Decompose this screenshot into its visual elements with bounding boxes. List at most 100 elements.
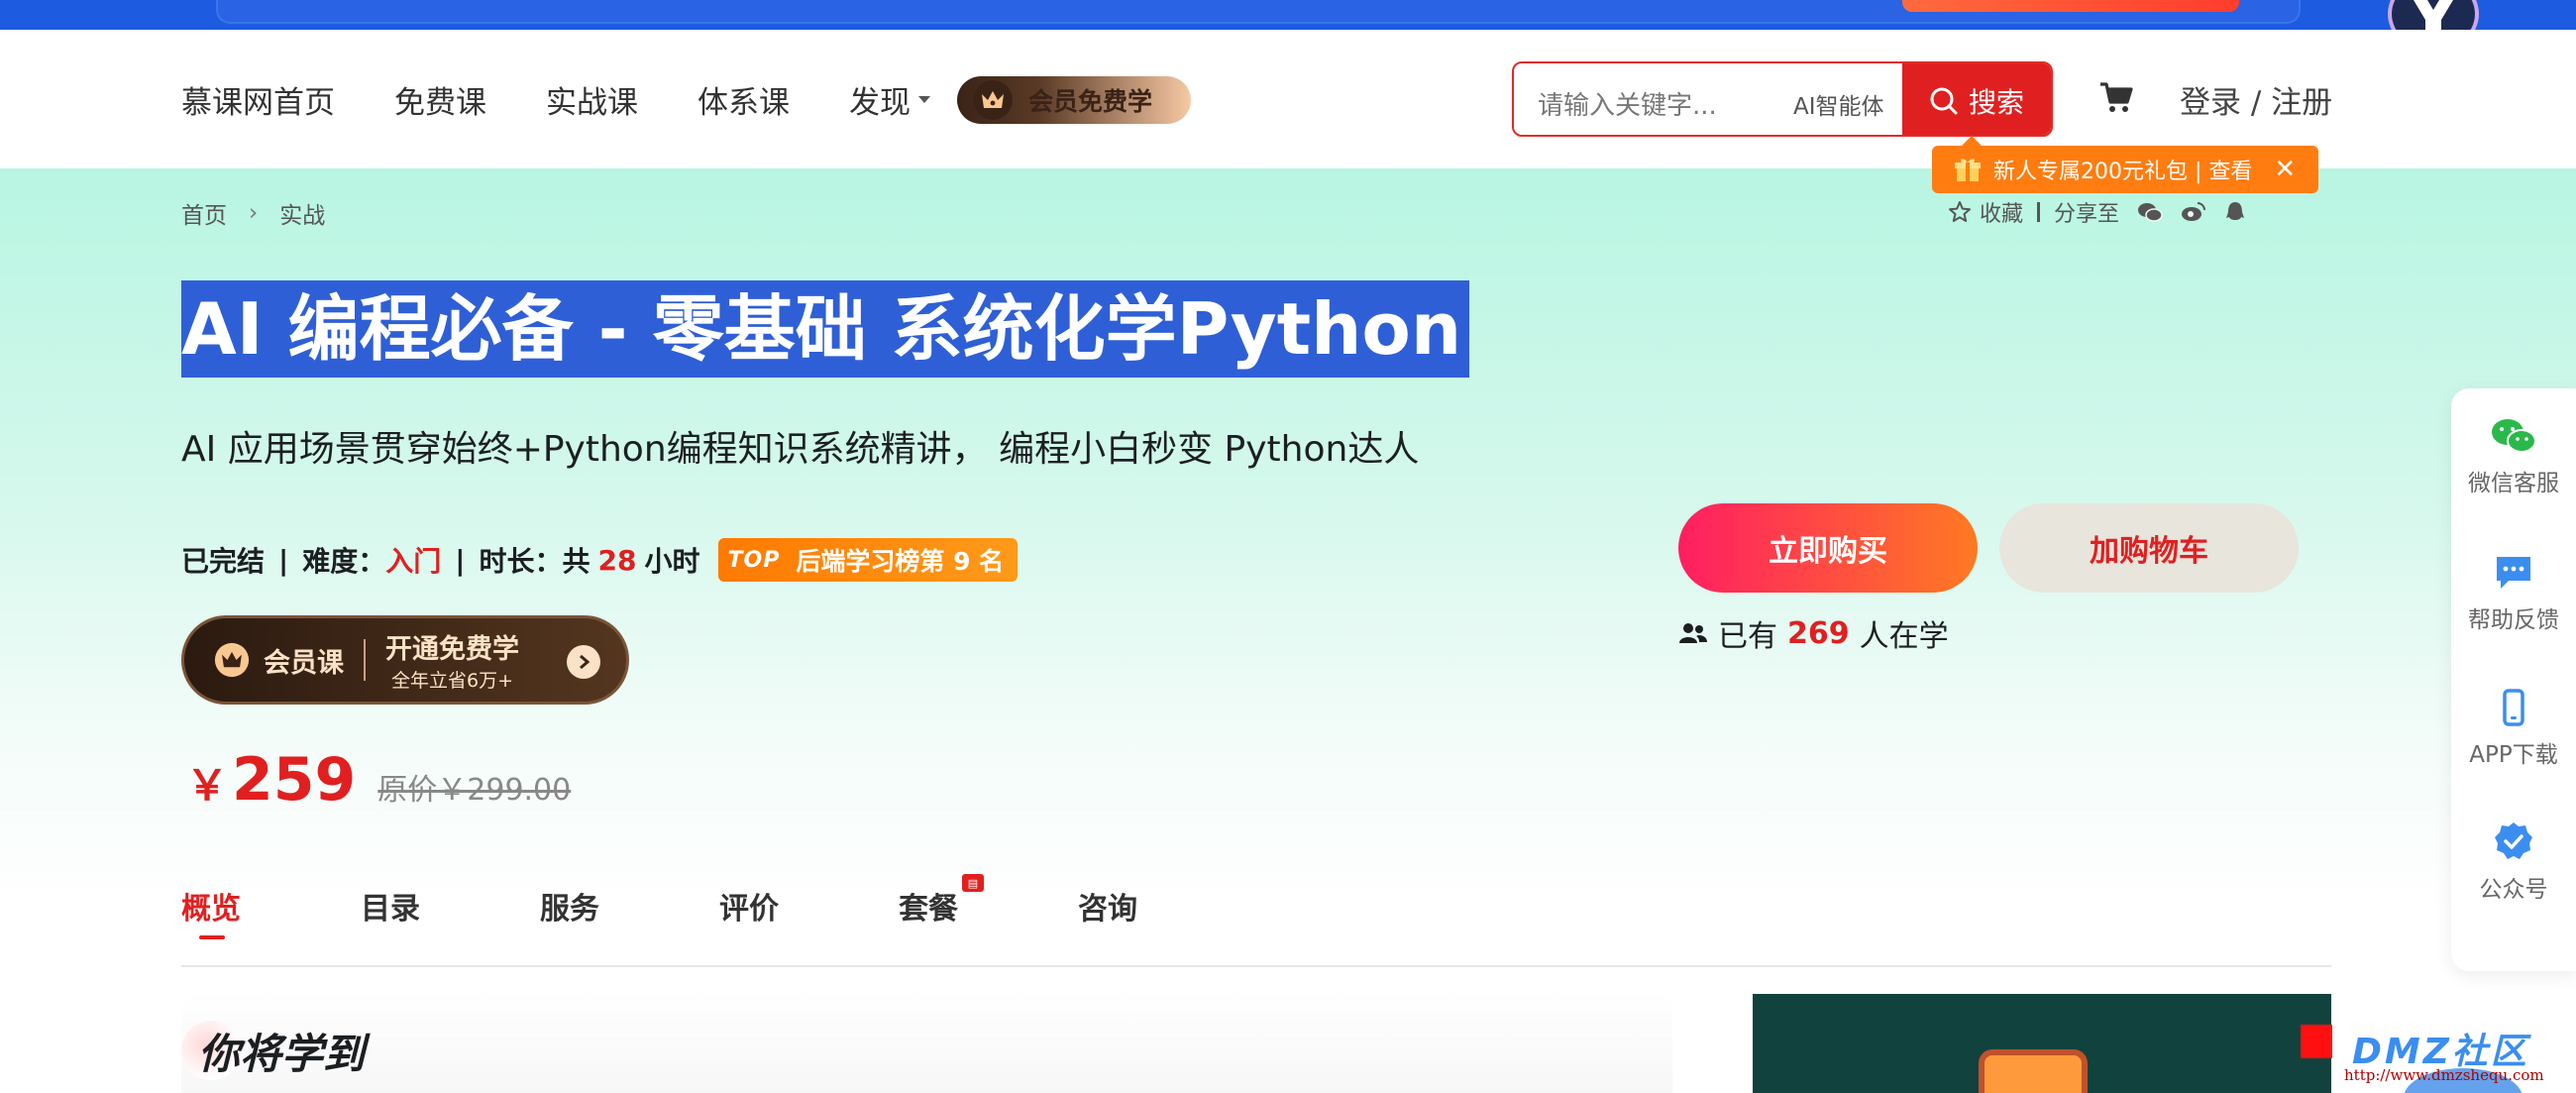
vip-course-cta-label: 开通免费学 <box>385 634 519 665</box>
official-account-button[interactable]: 公众号 <box>2451 820 2576 904</box>
verified-icon <box>2495 822 2532 859</box>
watermark-url: http://www.dmzshequ.com <box>2344 1066 2544 1084</box>
chevron-right-icon <box>567 645 600 679</box>
float-item-label: 公众号 <box>2479 877 2548 903</box>
nav-home[interactable]: 慕课网首页 <box>181 77 335 122</box>
chevron-right-icon: › <box>249 200 259 226</box>
nav-free-courses[interactable]: 免费课 <box>394 77 486 122</box>
nav-free-label: 免费课 <box>394 85 486 121</box>
tab-label: 套餐 <box>899 892 958 927</box>
tv-icon <box>1979 1049 2088 1093</box>
vip-course-cta: 开通免费学 全年立省6万+ <box>385 627 519 693</box>
breadcrumb-current[interactable]: 实战 <box>279 196 325 230</box>
course-title: AI 编程必备 - 零基础 系统化学Python <box>181 287 1462 371</box>
chevron-down-icon <box>918 96 930 103</box>
wechat-share-icon[interactable] <box>2137 201 2163 223</box>
search-button-label: 搜索 <box>1968 86 2024 119</box>
nav-practical-label: 实战课 <box>546 85 638 121</box>
section-title: 你将学到 <box>198 1030 366 1078</box>
tab-label: 服务 <box>540 892 599 927</box>
rank-badge-label: 后端学习榜第 9 名 <box>796 547 1005 576</box>
star-icon[interactable] <box>1948 200 1972 224</box>
app-download-button[interactable]: APP下载 <box>2451 688 2576 769</box>
duration-hours: 28 <box>597 543 637 577</box>
share-bar: 收藏 分享至 <box>1948 196 2246 228</box>
nav-discover-label: 发现 <box>849 85 911 121</box>
tab-label: 评价 <box>719 892 779 927</box>
learners-suffix: 人在学 <box>1859 619 1949 654</box>
price-currency: ￥ <box>186 761 229 810</box>
weibo-share-icon[interactable] <box>2181 201 2206 223</box>
search-button[interactable]: 搜索 <box>1902 63 2051 135</box>
crown-icon <box>973 80 1013 120</box>
search-box: 请输入关键字... AI智能体 搜索 <box>1512 61 2053 137</box>
floating-sidebar: 微信客服 帮助反馈 APP下载 公众号 <box>2451 388 2576 971</box>
wechat-service-button[interactable]: 微信客服 <box>2451 416 2576 497</box>
tab-consult[interactable]: 咨询 <box>1078 884 1257 928</box>
top-icon: TOP <box>727 547 781 573</box>
buy-now-button[interactable]: 立即购买 <box>1678 503 1978 593</box>
tab-service[interactable]: 服务 <box>540 884 719 928</box>
qq-share-icon[interactable] <box>2224 200 2246 224</box>
close-icon[interactable]: ✕ <box>2274 155 2296 184</box>
rank-badge[interactable]: TOP 后端学习榜第 9 名 <box>717 538 1019 582</box>
course-status: 已完结 <box>181 545 266 578</box>
users-icon <box>1679 623 1707 643</box>
top-banner-pill[interactable] <box>1902 0 2239 12</box>
main-nav: 慕课网首页 免费课 实战课 体系课 发现 <box>181 77 990 122</box>
float-item-label: 帮助反馈 <box>2468 607 2559 633</box>
tabs-divider <box>181 965 2331 967</box>
tab-overview[interactable]: 概览 <box>181 884 361 939</box>
help-feedback-button[interactable]: 帮助反馈 <box>2451 553 2576 634</box>
watermark-logo-square <box>2301 1025 2332 1058</box>
difficulty-value: 入门 <box>385 545 442 578</box>
tab-label: 咨询 <box>1078 892 1137 927</box>
breadcrumb: 首页 › 实战 <box>181 196 325 230</box>
meta-divider: | <box>278 543 289 577</box>
nav-discover[interactable]: 发现 <box>849 77 930 122</box>
divider <box>2037 202 2041 222</box>
gift-icon <box>1955 159 1981 181</box>
meta-divider: | <box>455 543 466 577</box>
gift-tip-text: 新人专属200元礼包 | 查看 <box>1993 160 2253 184</box>
nav-system-courses[interactable]: 体系课 <box>698 77 790 122</box>
tab-catalog[interactable]: 目录 <box>361 884 540 928</box>
vip-pill-label: 会员免费学 <box>1028 87 1153 116</box>
share-label: 分享至 <box>2054 202 2120 227</box>
add-to-cart-button[interactable]: 加购物车 <box>1999 503 2299 593</box>
price-value: 259 <box>232 745 357 815</box>
search-icon <box>1930 87 1958 115</box>
duration-unit: 小时 <box>644 545 700 578</box>
cart-icon[interactable] <box>2098 79 2134 115</box>
course-meta: 已完结 | 难度： 入门 | 时长：共 28 小时 TOP 后端学习榜第 9 名 <box>181 538 1019 582</box>
tab-reviews[interactable]: 评价 <box>719 884 899 928</box>
tab-label: 目录 <box>361 892 420 927</box>
float-item-label: APP下载 <box>2469 742 2558 768</box>
tab-packages[interactable]: 套餐 ▤ <box>899 874 1078 928</box>
vip-course-button[interactable]: 会员课 开通免费学 全年立省6万+ <box>181 615 629 705</box>
learners-number: 269 <box>1787 615 1850 651</box>
price-row: ￥ 259 原价￥299.00 <box>186 745 571 815</box>
tab-label: 概览 <box>181 892 241 927</box>
original-price: 原价￥299.00 <box>377 773 572 808</box>
dmz-watermark: DMZ社区 http://www.dmzshequ.com <box>2301 1023 2548 1093</box>
learners-count: 已有 269 人在学 <box>1678 611 1949 655</box>
course-video-thumbnail[interactable] <box>1753 994 2331 1093</box>
ai-agent-link[interactable]: AI智能体 <box>1793 87 1884 121</box>
top-banner-strip <box>0 0 2576 30</box>
vip-free-learn-button[interactable]: 会员免费学 <box>957 76 1191 124</box>
nav-practical-courses[interactable]: 实战课 <box>546 77 638 122</box>
vip-course-note: 全年立省6万+ <box>390 670 513 692</box>
duration-label: 时长：共 <box>479 545 590 578</box>
favorite-label[interactable]: 收藏 <box>1980 196 2023 228</box>
nav-home-label: 慕课网首页 <box>181 85 335 121</box>
difficulty-label: 难度： <box>302 545 386 578</box>
crown-icon <box>214 642 250 678</box>
float-item-label: 微信客服 <box>2468 471 2559 496</box>
chat-bubble-icon <box>2497 557 2530 589</box>
course-title-selection: AI 编程必备 - 零基础 系统化学Python <box>181 280 1470 378</box>
breadcrumb-home[interactable]: 首页 <box>181 196 227 230</box>
newcomer-gift-tip[interactable]: 新人专属200元礼包 | 查看 ✕ <box>1932 136 2318 193</box>
login-register-link[interactable]: 登录 / 注册 <box>2180 77 2332 122</box>
search-input[interactable]: 请输入关键字... <box>1538 85 1717 122</box>
